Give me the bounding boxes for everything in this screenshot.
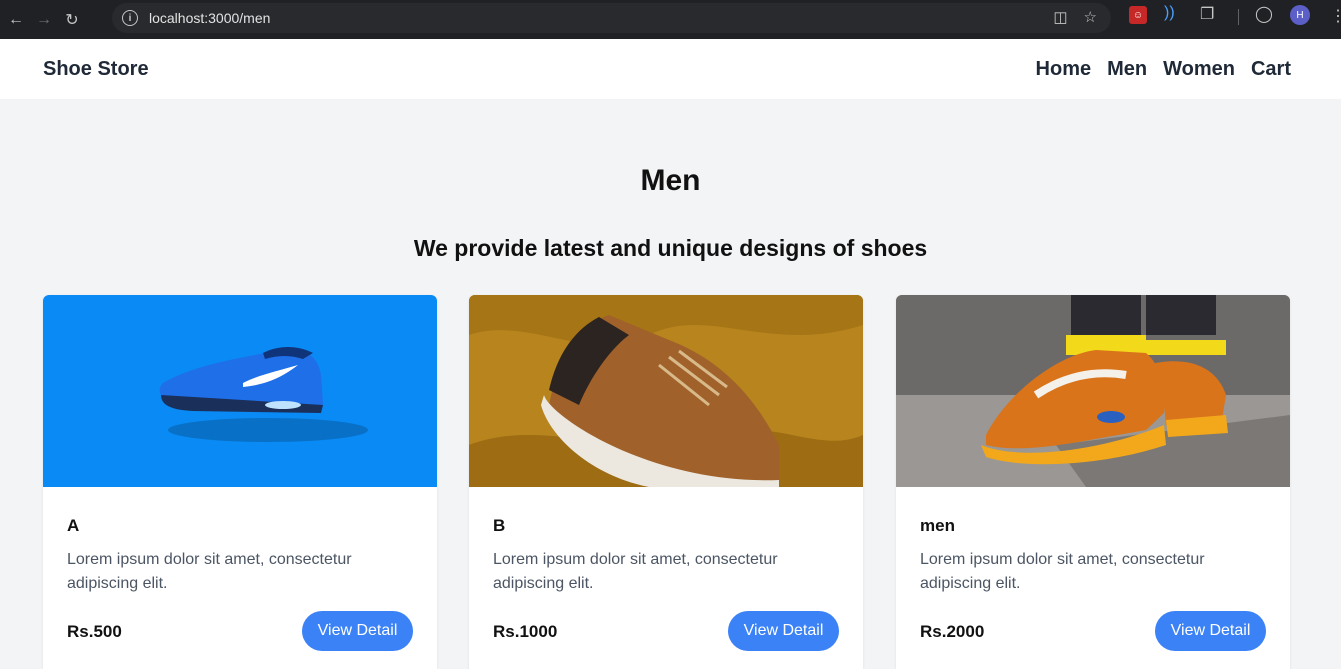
nav-menu: Home Men Women Cart bbox=[1036, 58, 1291, 81]
nav-link-men[interactable]: Men bbox=[1107, 58, 1147, 81]
product-card: men Lorem ipsum dolor sit amet, consecte… bbox=[896, 295, 1290, 669]
profile-avatar[interactable]: H bbox=[1290, 5, 1310, 25]
performance-icon[interactable]: ◯ bbox=[1255, 4, 1273, 24]
product-card: A Lorem ipsum dolor sit amet, consectetu… bbox=[43, 295, 437, 669]
browser-toolbar: ← → ↻ i localhost:3000/men ◫ ☆ ☺ )) ❐ ◯ … bbox=[0, 0, 1341, 39]
product-price: Rs.1000 bbox=[493, 622, 558, 641]
reload-icon[interactable]: ↻ bbox=[58, 6, 86, 34]
product-name: A bbox=[67, 516, 80, 535]
extensions-puzzle-icon[interactable]: ❐ bbox=[1200, 4, 1214, 24]
url-text[interactable]: localhost:3000/men bbox=[149, 10, 270, 26]
site-info-icon[interactable]: i bbox=[122, 10, 138, 26]
toolbar-divider bbox=[1238, 9, 1239, 25]
view-detail-button[interactable]: View Detail bbox=[728, 611, 839, 651]
view-detail-button[interactable]: View Detail bbox=[1155, 611, 1266, 651]
product-name: men bbox=[920, 516, 955, 535]
view-detail-button[interactable]: View Detail bbox=[302, 611, 413, 651]
nav-link-cart[interactable]: Cart bbox=[1251, 58, 1291, 81]
product-name: B bbox=[493, 516, 506, 535]
address-bar[interactable]: i localhost:3000/men ◫ ☆ bbox=[112, 3, 1111, 33]
extension-wave-icon[interactable]: )) bbox=[1164, 4, 1175, 22]
page-subtitle: We provide latest and unique designs of … bbox=[413, 235, 928, 261]
brand-logo[interactable]: Shoe Store bbox=[43, 58, 149, 81]
install-app-icon[interactable]: ◫ bbox=[1053, 8, 1067, 26]
product-description: Lorem ipsum dolor sit amet, consectetur … bbox=[920, 551, 1205, 592]
nav-link-women[interactable]: Women bbox=[1163, 58, 1235, 81]
product-price: Rs.2000 bbox=[920, 622, 985, 641]
product-price: Rs.500 bbox=[67, 622, 122, 641]
product-description: Lorem ipsum dolor sit amet, consectetur … bbox=[493, 551, 778, 592]
nav-link-home[interactable]: Home bbox=[1036, 58, 1092, 81]
bookmark-star-icon[interactable]: ☆ bbox=[1084, 8, 1097, 26]
extension-red-icon[interactable]: ☺ bbox=[1129, 6, 1147, 24]
site-navbar: Shoe Store Home Men Women Cart bbox=[0, 39, 1341, 99]
product-description: Lorem ipsum dolor sit amet, consectetur … bbox=[67, 551, 352, 592]
product-image-orange-sneakers[interactable] bbox=[896, 295, 1290, 487]
back-icon[interactable]: ← bbox=[2, 6, 30, 34]
product-image-brown-sneaker[interactable] bbox=[469, 295, 863, 487]
product-image-blue-sneaker[interactable] bbox=[43, 295, 437, 487]
product-card: B Lorem ipsum dolor sit amet, consectetu… bbox=[469, 295, 863, 669]
page-title: Men bbox=[640, 164, 701, 197]
browser-menu-icon[interactable]: ⋮ bbox=[1330, 6, 1341, 26]
forward-icon[interactable]: → bbox=[30, 6, 58, 34]
